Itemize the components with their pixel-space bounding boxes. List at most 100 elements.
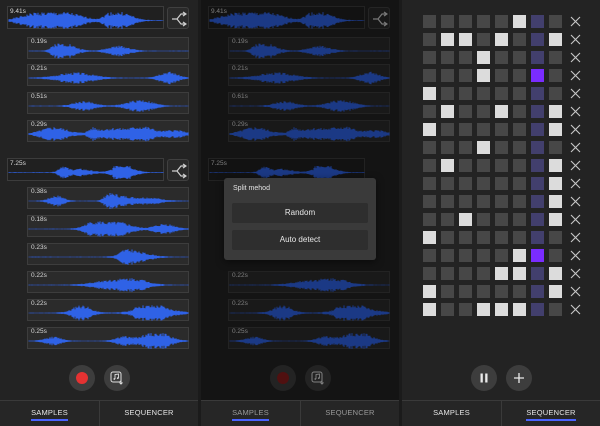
sequencer-cell[interactable]: [549, 15, 562, 28]
sample-row[interactable]: 0.19s: [27, 37, 189, 59]
sequencer-cell[interactable]: [513, 285, 526, 298]
remove-row-button[interactable]: [569, 33, 582, 46]
sequencer-cell[interactable]: [549, 303, 562, 316]
sequencer-cell[interactable]: [423, 177, 436, 190]
sequencer-cell[interactable]: [477, 15, 490, 28]
sample-row[interactable]: 0.38s: [27, 187, 189, 209]
sequencer-cell[interactable]: [531, 159, 544, 172]
sequencer-cell[interactable]: [549, 177, 562, 190]
sequencer-cell[interactable]: [495, 123, 508, 136]
sequencer-cell[interactable]: [477, 285, 490, 298]
sequencer-cell[interactable]: [441, 141, 454, 154]
sequencer-cell[interactable]: [441, 303, 454, 316]
remove-row-button[interactable]: [569, 285, 582, 298]
sequencer-cell[interactable]: [423, 15, 436, 28]
sequencer-cell[interactable]: [513, 123, 526, 136]
split-button[interactable]: [167, 7, 189, 29]
sequencer-cell[interactable]: [495, 69, 508, 82]
sequencer-cell[interactable]: [423, 123, 436, 136]
remove-row-button[interactable]: [569, 123, 582, 136]
sequencer-cell[interactable]: [549, 33, 562, 46]
sequencer-cell[interactable]: [477, 33, 490, 46]
sequencer-cell[interactable]: [423, 141, 436, 154]
sequencer-cell[interactable]: [459, 159, 472, 172]
sequencer-cell[interactable]: [531, 33, 544, 46]
sequencer-cell[interactable]: [495, 105, 508, 118]
sequencer-cell[interactable]: [477, 195, 490, 208]
pause-button[interactable]: [471, 365, 497, 391]
auto-detect-button[interactable]: Auto detect: [232, 230, 368, 250]
sequencer-cell[interactable]: [477, 123, 490, 136]
sequencer-cell[interactable]: [459, 105, 472, 118]
sequencer-cell[interactable]: [441, 51, 454, 64]
sequencer-cell[interactable]: [495, 51, 508, 64]
sequencer-cell[interactable]: [531, 123, 544, 136]
sequencer-cell[interactable]: [495, 303, 508, 316]
sequencer-cell[interactable]: [513, 69, 526, 82]
sequencer-cell[interactable]: [459, 195, 472, 208]
sequencer-cell[interactable]: [531, 213, 544, 226]
sequencer-cell[interactable]: [459, 87, 472, 100]
sample-row[interactable]: 0.29s: [27, 120, 189, 142]
sequencer-cell[interactable]: [495, 87, 508, 100]
tab-samples[interactable]: SAMPLES: [0, 401, 99, 426]
sequencer-cell[interactable]: [477, 69, 490, 82]
sequencer-cell[interactable]: [495, 249, 508, 262]
sequencer-cell[interactable]: [513, 177, 526, 190]
sequencer-cell[interactable]: [513, 213, 526, 226]
sequencer-cell[interactable]: [477, 177, 490, 190]
sequencer-cell[interactable]: [549, 231, 562, 244]
sequencer-cell[interactable]: [531, 285, 544, 298]
sequencer-cell[interactable]: [531, 303, 544, 316]
sequencer-cell[interactable]: [441, 123, 454, 136]
sequencer-cell[interactable]: [513, 87, 526, 100]
remove-row-button[interactable]: [569, 51, 582, 64]
sequencer-cell[interactable]: [459, 123, 472, 136]
sequencer-cell[interactable]: [477, 249, 490, 262]
sequencer-cell[interactable]: [495, 159, 508, 172]
sequencer-cell[interactable]: [513, 105, 526, 118]
tab-sequencer[interactable]: SEQUENCER: [99, 401, 198, 426]
tab-sequencer[interactable]: SEQUENCER: [501, 401, 600, 426]
sequencer-cell[interactable]: [477, 159, 490, 172]
sequencer-cell[interactable]: [423, 285, 436, 298]
sequencer-cell[interactable]: [441, 33, 454, 46]
sequencer-cell[interactable]: [477, 51, 490, 64]
sequencer-cell[interactable]: [531, 105, 544, 118]
sequencer-cell[interactable]: [441, 69, 454, 82]
sequencer-cell[interactable]: [441, 177, 454, 190]
record-button[interactable]: [69, 365, 95, 391]
sequencer-cell[interactable]: [441, 285, 454, 298]
sequencer-cell[interactable]: [549, 69, 562, 82]
sample-row[interactable]: 0.22s: [27, 271, 189, 293]
tab-samples[interactable]: SAMPLES: [402, 401, 501, 426]
sequencer-cell[interactable]: [441, 195, 454, 208]
sequencer-cell[interactable]: [549, 123, 562, 136]
sequencer-cell[interactable]: [531, 141, 544, 154]
sequencer-cell[interactable]: [441, 105, 454, 118]
sequencer-cell[interactable]: [441, 15, 454, 28]
sequencer-cell[interactable]: [513, 249, 526, 262]
sequencer-cell[interactable]: [423, 159, 436, 172]
sequencer-cell[interactable]: [459, 33, 472, 46]
remove-row-button[interactable]: [569, 195, 582, 208]
sequencer-cell[interactable]: [513, 231, 526, 244]
sequencer-cell[interactable]: [495, 213, 508, 226]
sequencer-cell[interactable]: [513, 141, 526, 154]
tab-samples[interactable]: SAMPLES: [201, 401, 300, 426]
sequencer-cell[interactable]: [477, 303, 490, 316]
sequencer-cell[interactable]: [423, 231, 436, 244]
remove-row-button[interactable]: [569, 267, 582, 280]
remove-row-button[interactable]: [569, 69, 582, 82]
sequencer-cell[interactable]: [459, 213, 472, 226]
remove-row-button[interactable]: [569, 15, 582, 28]
sequencer-cell[interactable]: [441, 159, 454, 172]
sequencer-cell[interactable]: [477, 231, 490, 244]
sequencer-cell[interactable]: [495, 15, 508, 28]
remove-row-button[interactable]: [569, 105, 582, 118]
remove-row-button[interactable]: [569, 213, 582, 226]
sequencer-cell[interactable]: [459, 177, 472, 190]
sequencer-cell[interactable]: [513, 303, 526, 316]
sequencer-cell[interactable]: [513, 195, 526, 208]
sequencer-cell[interactable]: [549, 105, 562, 118]
